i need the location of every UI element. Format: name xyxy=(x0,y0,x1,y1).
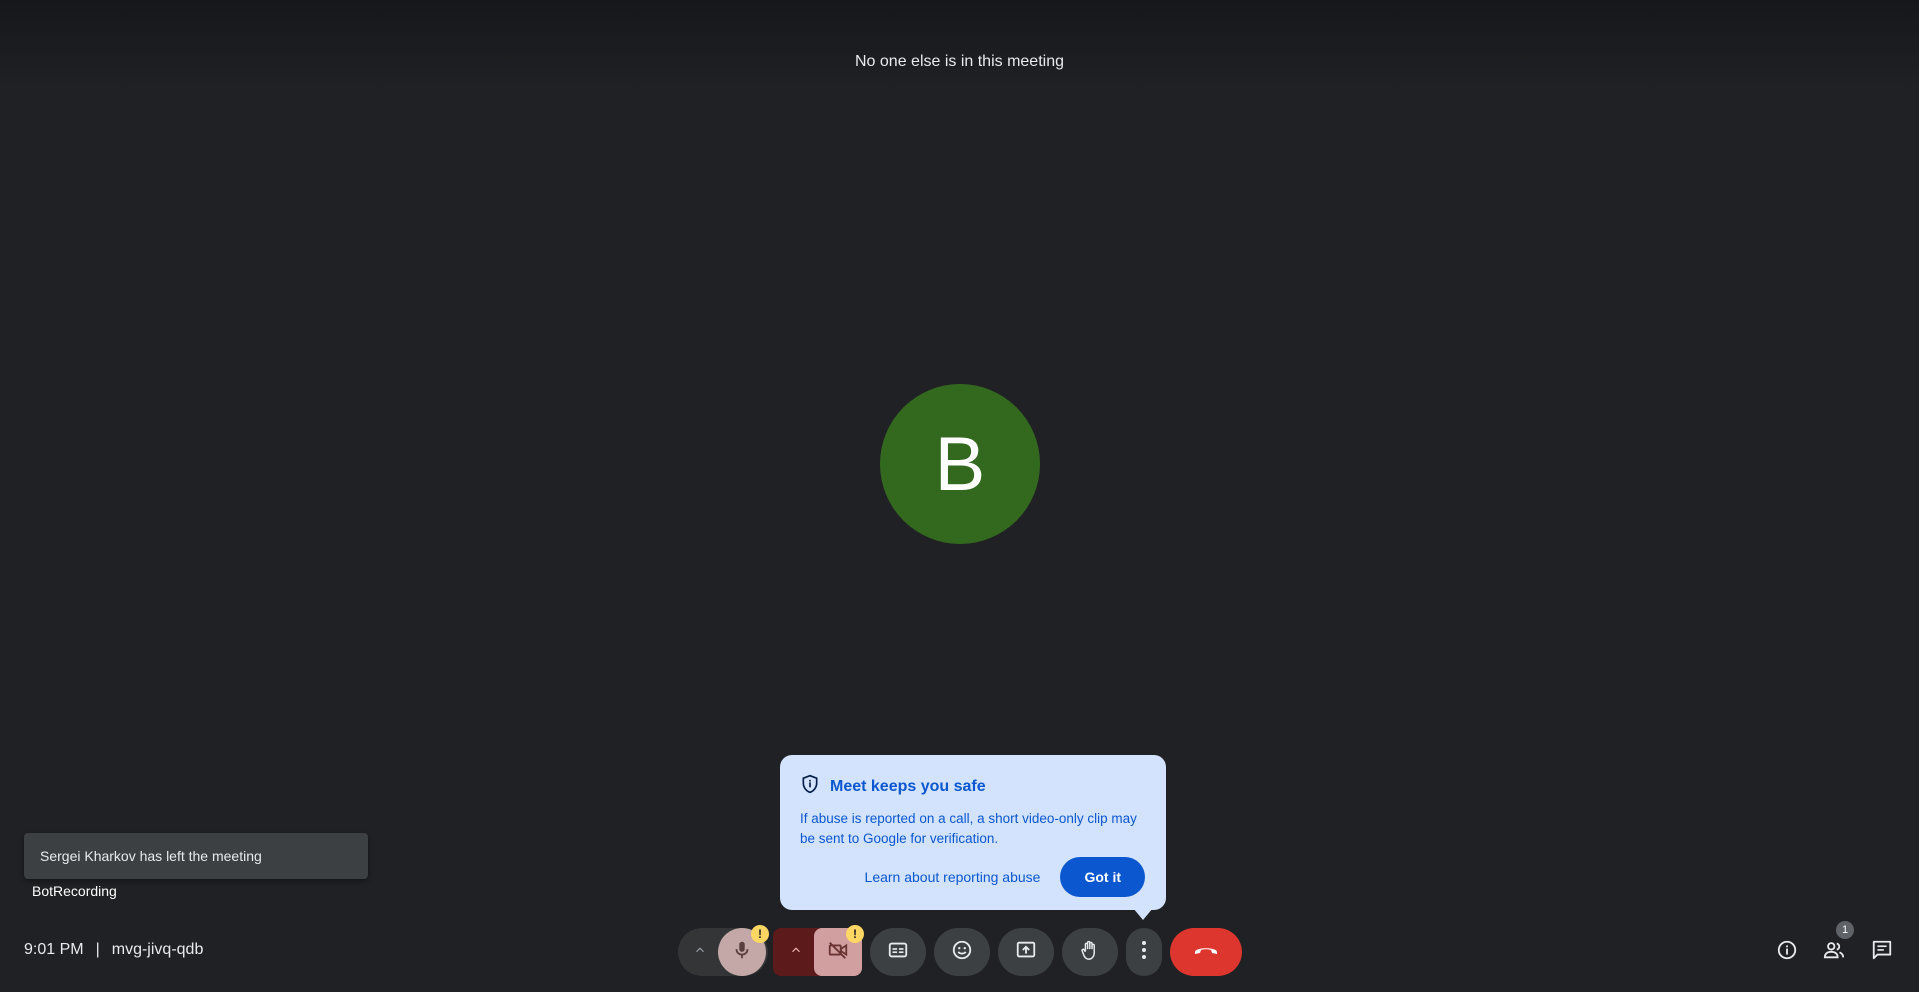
meeting-status-text: No one else is in this meeting xyxy=(855,53,1064,70)
leave-call-button[interactable] xyxy=(1170,928,1242,976)
raise-hand-button[interactable] xyxy=(1062,928,1118,976)
people-button[interactable] xyxy=(1818,936,1850,968)
reactions-button[interactable] xyxy=(934,928,990,976)
safety-popup: Meet keeps you safe If abuse is reported… xyxy=(780,755,1166,910)
video-options-button[interactable] xyxy=(775,928,817,976)
audio-options-button[interactable] xyxy=(680,928,720,976)
people-count-badge: 1 xyxy=(1836,921,1854,939)
chevron-up-icon xyxy=(789,943,803,962)
captions-button[interactable] xyxy=(870,928,926,976)
more-vert-icon xyxy=(1141,940,1147,965)
got-it-button[interactable]: Got it xyxy=(1060,857,1145,897)
present-button[interactable] xyxy=(998,928,1054,976)
hand-icon xyxy=(1079,938,1101,967)
info-icon xyxy=(1776,939,1798,966)
meeting-stage: No one else is in this meeting B Sergei … xyxy=(0,0,1919,992)
chat-icon xyxy=(1871,939,1893,966)
chat-button[interactable] xyxy=(1866,936,1898,968)
self-tile-name: BotRecording xyxy=(32,883,117,899)
hangup-icon xyxy=(1193,943,1219,962)
camera-off-icon xyxy=(826,939,850,966)
camera-warning-badge: ! xyxy=(846,925,864,943)
meeting-time: 9:01 PM xyxy=(24,941,84,958)
popup-actions: Learn about reporting abuse Got it xyxy=(865,857,1145,897)
meeting-info-separator: | xyxy=(95,941,100,958)
present-icon xyxy=(1015,939,1037,966)
emoji-icon xyxy=(951,939,973,966)
popup-title: Meet keeps you safe xyxy=(830,777,986,795)
participant-avatar: B xyxy=(880,384,1040,544)
meeting-details-button[interactable] xyxy=(1771,936,1803,968)
avatar-initial: B xyxy=(934,421,986,507)
more-options-button[interactable] xyxy=(1126,928,1162,976)
learn-reporting-abuse-link[interactable]: Learn about reporting abuse xyxy=(865,869,1041,885)
chevron-up-icon xyxy=(693,943,707,962)
toast-message: Sergei Kharkov has left the meeting xyxy=(40,848,262,864)
meeting-code[interactable]: mvg-jivq-qdb xyxy=(112,941,204,959)
people-icon xyxy=(1822,939,1846,966)
popup-pointer xyxy=(1133,908,1153,920)
notification-toast: Sergei Kharkov has left the meeting xyxy=(24,833,368,879)
shield-info-icon xyxy=(800,774,830,799)
popup-body: If abuse is reported on a call, a short … xyxy=(800,811,1137,846)
mic-icon xyxy=(731,939,753,966)
meeting-details: 9:01 PM | mvg-jivq-qdb xyxy=(24,941,203,959)
captions-icon xyxy=(887,939,909,966)
mic-warning-badge: ! xyxy=(751,925,769,943)
popup-header: Meet keeps you safe xyxy=(800,774,1146,799)
